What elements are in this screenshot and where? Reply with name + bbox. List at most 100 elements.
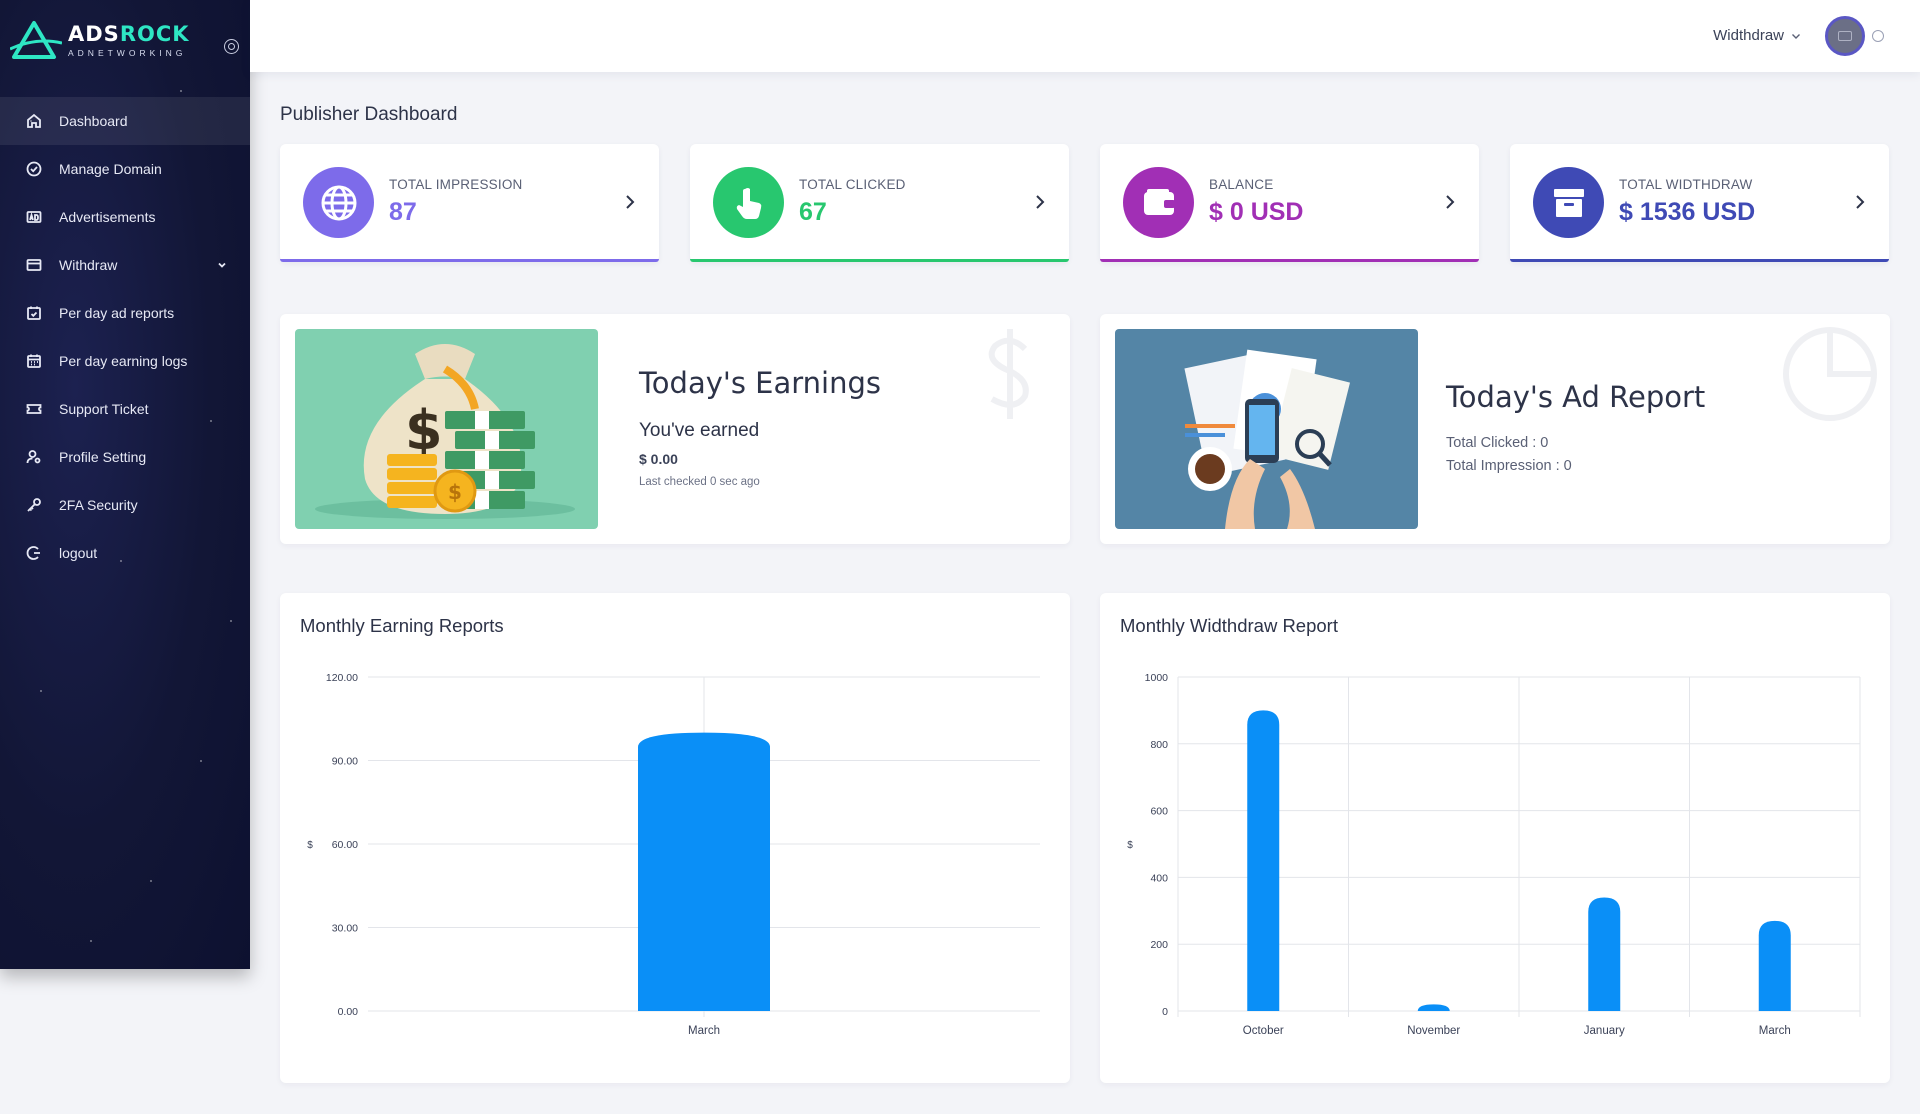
stat-card-balance[interactable]: BALANCE $ 0 USD [1100,144,1479,262]
earnings-last-checked: Last checked 0 sec ago [639,476,760,488]
money-bag-illustration: $ $ [295,329,598,529]
page-title: Publisher Dashboard [280,104,458,125]
sidebar-item-label: Withdraw [59,257,118,273]
stat-label: TOTAL WIDTHDRAW [1619,177,1753,192]
report-analysis-illustration [1115,329,1418,529]
svg-text:$: $ [405,399,443,462]
check-circle-icon [26,161,42,177]
y-tick-label: 200 [1150,939,1168,951]
logo-subtitle: ADNETWORKING [68,48,187,58]
sidebar-item-per-day-earning-logs[interactable]: Per day earning logs [0,337,250,385]
chevron-right-icon [1446,195,1455,209]
withdraw-dropdown-label: Widthdraw [1713,27,1784,44]
calendar-check-icon [26,305,42,321]
y-tick-label: 400 [1150,872,1168,884]
todays-earnings-card: $ $ Today's Earnings You've earned $ 0.0… [280,314,1070,544]
stat-value: 67 [799,198,827,226]
y-tick-label: 600 [1150,806,1168,818]
stat-value: 87 [389,198,417,226]
monthly-withdraw-bar-chart: 0 200 400 600 800 1000 $ October November January… [1127,672,1861,1037]
user-settings-icon [26,449,42,465]
stat-label: TOTAL CLICKED [799,177,906,192]
sidebar-item-per-day-ad-reports[interactable]: Per day ad reports [0,289,250,337]
stat-accent-bar [1100,259,1479,262]
stat-accent-bar [1510,259,1889,262]
sidebar-item-label: Profile Setting [59,449,147,465]
y-tick-label: 120.00 [326,672,358,684]
chevron-right-icon [1036,195,1045,209]
bar [638,732,770,1011]
stat-accent-bar [280,259,659,262]
avatar[interactable] [1825,16,1865,56]
x-tick-label: November [1407,1025,1460,1037]
x-tick-label: January [1584,1025,1625,1037]
stat-card-total-withdraw[interactable]: TOTAL WIDTHDRAW $ 1536 USD [1510,144,1889,262]
ticket-icon [26,401,42,417]
bar [1417,1004,1450,1011]
x-tick-label: October [1243,1025,1284,1037]
y-tick-label: 800 [1150,739,1168,751]
earnings-amount: $ 0.00 [639,451,678,467]
stat-card-total-clicked[interactable]: TOTAL CLICKED 67 [690,144,1069,262]
sidebar-item-support-ticket[interactable]: Support Ticket [0,385,250,433]
sidebar-item-manage-domain[interactable]: Manage Domain [0,145,250,193]
chevron-down-icon [218,262,226,268]
monthly-withdraw-chart-card: Monthly Widthdraw Report 0 200 400 600 800 10… [1100,593,1890,1083]
withdraw-dropdown[interactable]: Widthdraw [1713,27,1802,44]
y-tick-label: 0 [1162,1006,1168,1018]
monthly-earning-chart-card: Monthly Earning Reports 0.00 30.00 60.00 90… [280,593,1070,1083]
sidebar-item-label: Per day ad reports [59,305,175,321]
user-menu-toggle-icon[interactable] [1872,30,1884,42]
sidebar-item-withdraw[interactable]: Withdraw [0,241,250,289]
wallet-icon [26,257,42,273]
sidebar-collapse-toggle[interactable] [224,39,239,54]
sidebar-item-logout[interactable]: logout [0,529,250,577]
sidebar: ADSROCK ADNETWORKING Dashboard Manage Do… [0,0,250,969]
stat-card-total-impression[interactable]: TOTAL IMPRESSION 87 [280,144,659,262]
calendar-icon [26,353,42,369]
todays-earnings-title: Today's Earnings [639,366,882,400]
globe-icon [303,167,374,238]
archive-icon [1533,167,1604,238]
sidebar-item-label: Per day earning logs [59,353,188,369]
stat-accent-bar [690,259,1069,262]
key-icon [26,497,42,513]
y-axis-label: $ [1127,840,1133,851]
sidebar-item-label: Advertisements [59,209,156,225]
y-axis-label: $ [307,840,313,851]
bar [1758,920,1791,1011]
logout-icon [26,545,42,561]
y-tick-label: 1000 [1145,672,1169,684]
topbar: Widthdraw [250,0,1920,72]
stat-value: $ 1536 USD [1619,198,1756,226]
ad-icon [26,209,42,225]
sidebar-item-label: 2FA Security [59,497,138,513]
sidebar-item-label: Manage Domain [59,161,162,177]
chevron-right-icon [1856,195,1865,209]
dollar-watermark-icon [988,329,1029,419]
ad-report-total-impression: Total Impression : 0 [1446,458,1572,474]
chevron-right-icon [626,195,635,209]
logo-title: ADSROCK [68,22,190,46]
pie-chart-watermark-icon [1783,327,1877,421]
y-tick-label: 0.00 [338,1006,359,1018]
bar [1247,710,1280,1011]
sidebar-item-label: logout [59,545,98,561]
stat-label: TOTAL IMPRESSION [389,177,523,192]
ad-report-title: Today's Ad Report [1446,380,1706,414]
chevron-down-icon [1792,33,1800,39]
sidebar-item-2fa-security[interactable]: 2FA Security [0,481,250,529]
sidebar-item-label: Dashboard [59,113,128,129]
sidebar-item-label: Support Ticket [59,401,149,417]
monthly-earning-bar-chart: 0.00 30.00 60.00 90.00 120.00 $ March [307,672,1040,1037]
y-tick-label: 30.00 [332,923,358,935]
app-logo[interactable]: ADSROCK ADNETWORKING [10,18,190,62]
y-tick-label: 90.00 [332,756,358,768]
sidebar-item-dashboard[interactable]: Dashboard [0,97,250,145]
ad-report-total-clicked: Total Clicked : 0 [1446,435,1549,451]
svg-text:$: $ [448,480,462,504]
sidebar-item-profile-setting[interactable]: Profile Setting [0,433,250,481]
sidebar-item-advertisements[interactable]: Advertisements [0,193,250,241]
stat-value: $ 0 USD [1209,198,1304,226]
wallet-icon [1123,167,1194,238]
